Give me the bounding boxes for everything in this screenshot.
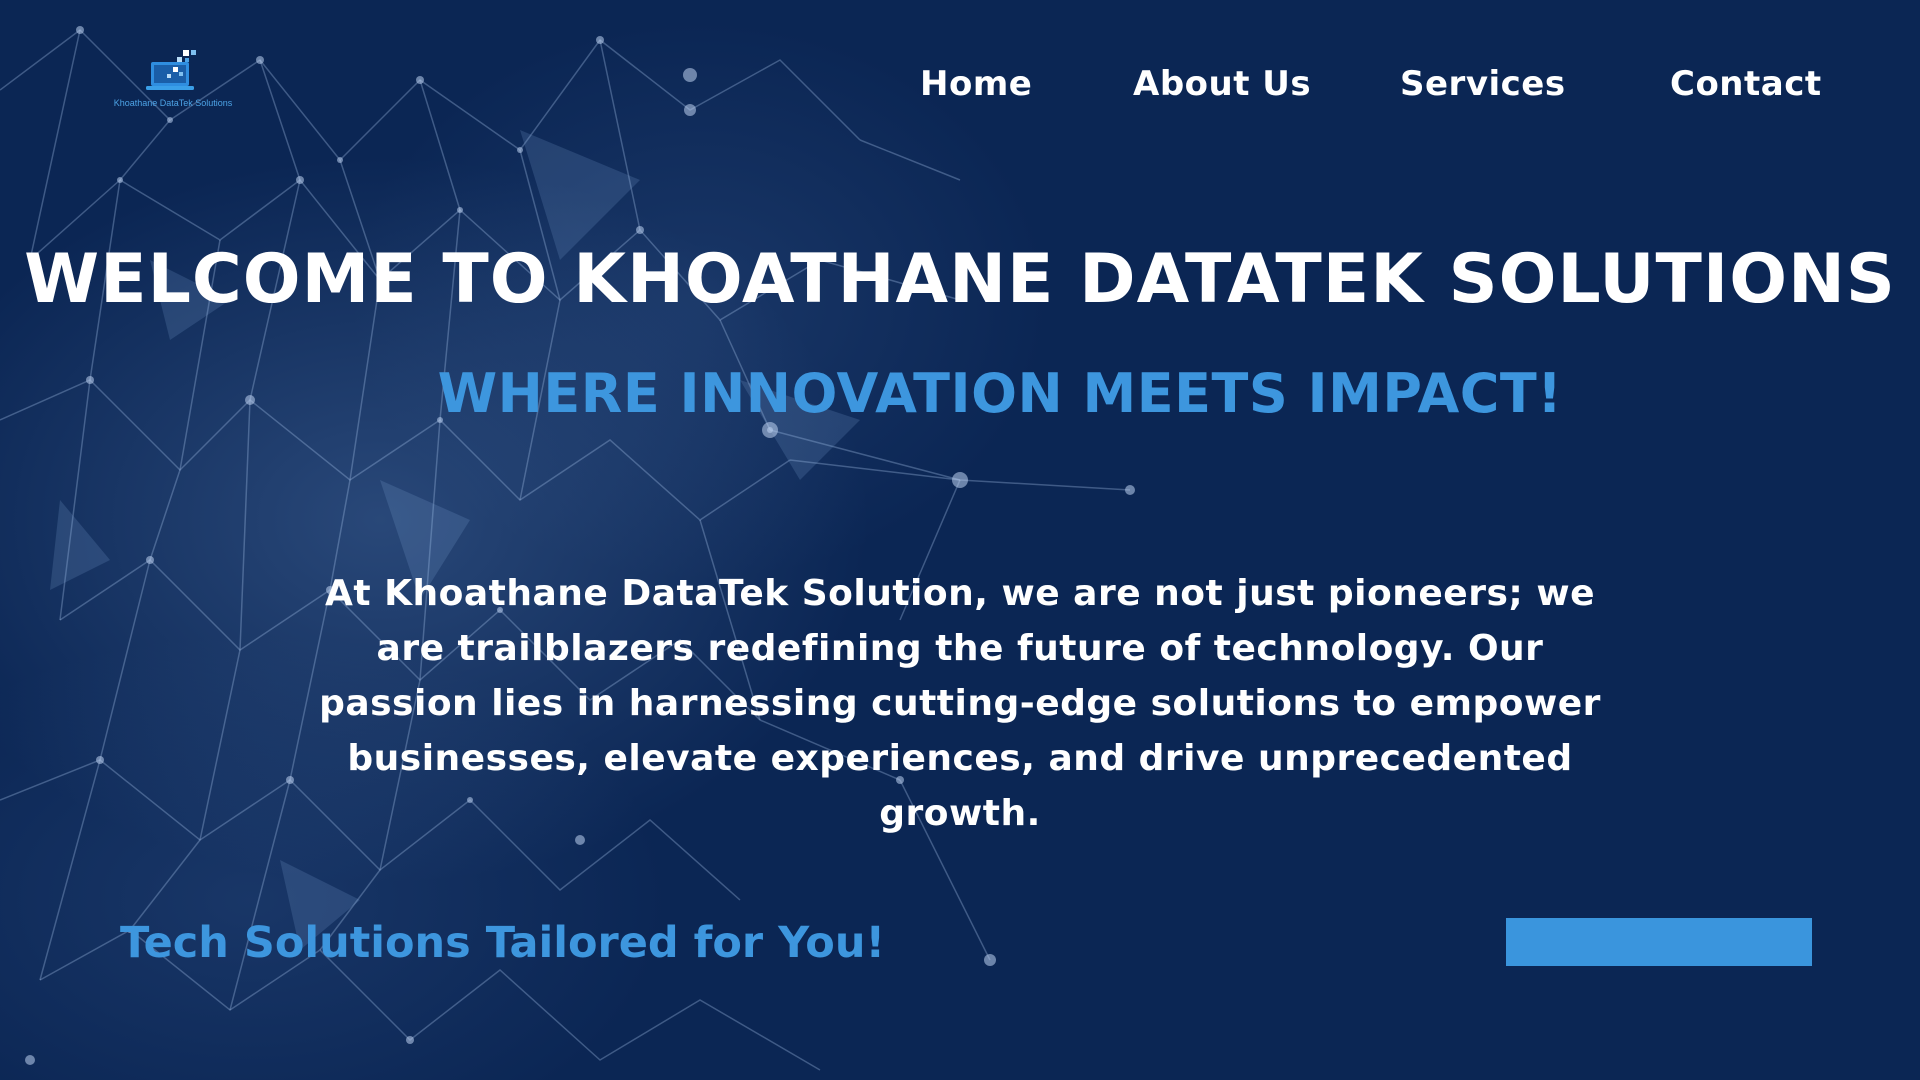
footer-tagline: Tech Solutions Tailored for You!	[120, 918, 886, 968]
hero-subtitle: WHERE INNOVATION MEETS IMPACT!	[437, 362, 1563, 425]
hero-title: WELCOME TO KHOATHANE DATATEK SOLUTIONS	[24, 240, 1896, 319]
nav-item-contact[interactable]: Contact	[1670, 64, 1822, 104]
cta-button[interactable]	[1506, 918, 1812, 966]
landing-page: Khoathane DataTek Solutions Home About U…	[0, 0, 1920, 1080]
nav-item-services[interactable]: Services	[1400, 64, 1566, 104]
hero-description: At Khoathane DataTek Solution, we are no…	[319, 573, 1601, 834]
nav-item-home[interactable]: Home	[920, 64, 1032, 104]
main-navigation: Home About Us Services Contact	[0, 64, 1920, 108]
nav-item-about-us[interactable]: About Us	[1133, 64, 1311, 104]
